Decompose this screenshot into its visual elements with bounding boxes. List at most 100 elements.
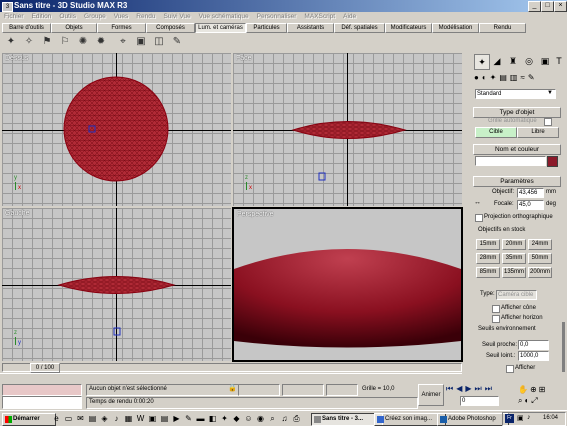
- task-3dsmax[interactable]: Sans titre - 3...: [311, 413, 383, 426]
- show-horizon-checkbox[interactable]: [492, 315, 500, 323]
- outlook-icon[interactable]: ✉: [76, 414, 85, 423]
- desktop-icon[interactable]: ▭: [64, 414, 73, 423]
- modify-tab-icon[interactable]: ◢: [490, 54, 504, 68]
- search-icon[interactable]: ⌕: [268, 414, 277, 423]
- language-indicator[interactable]: Fr: [505, 414, 514, 423]
- lock-icon[interactable]: 🔒: [228, 384, 237, 392]
- name-field[interactable]: [475, 156, 546, 166]
- menu-views[interactable]: Vues: [110, 12, 133, 22]
- tool-icon[interactable]: ✎: [184, 414, 193, 423]
- printer-icon[interactable]: ⎙: [292, 414, 301, 423]
- start-button[interactable]: Démarrer: [2, 413, 56, 426]
- category-icons[interactable]: ●◐✦▤▥≈✎: [474, 72, 562, 84]
- network-icon[interactable]: ▣: [517, 414, 524, 422]
- viewport-left[interactable]: Gauche z y: [2, 208, 231, 361]
- maximize-button[interactable]: □: [541, 1, 554, 12]
- listener-white[interactable]: [2, 396, 82, 409]
- lens-35mm-button[interactable]: 35mm: [502, 253, 526, 264]
- display-tab-icon[interactable]: ▣: [538, 54, 552, 68]
- current-frame-input[interactable]: 0: [460, 396, 499, 406]
- speaker-icon[interactable]: ♪: [527, 414, 531, 421]
- lens-28mm-button[interactable]: 28mm: [476, 253, 500, 264]
- menu-edit[interactable]: Edition: [28, 12, 56, 22]
- subcategory-dropdown[interactable]: Standard: [475, 89, 556, 99]
- camera-match-icon[interactable]: ◫: [151, 34, 167, 49]
- explorer-icon[interactable]: ▦: [124, 414, 133, 423]
- track-bar[interactable]: [0, 373, 462, 383]
- sun-icon[interactable]: ✹: [93, 34, 109, 49]
- task-image[interactable]: Créez son imag...: [374, 413, 446, 426]
- target-direct-icon[interactable]: ⚑: [39, 34, 55, 49]
- chevron-down-icon[interactable]: ▼: [546, 89, 554, 97]
- panel-scrollbar[interactable]: [562, 322, 565, 372]
- lens-15mm-button[interactable]: 15mm: [476, 239, 500, 250]
- rollout-object-type[interactable]: Type d'objet: [473, 107, 561, 118]
- frame-indicator[interactable]: 0 / 100: [30, 363, 60, 373]
- volume-icon[interactable]: ♫: [280, 414, 289, 423]
- utilities-tab-icon[interactable]: T: [552, 54, 566, 68]
- type-dropdown[interactable]: Caméra cible: [496, 290, 537, 300]
- coord-x[interactable]: [238, 384, 280, 396]
- lens-50mm-button[interactable]: 50mm: [528, 253, 552, 264]
- minimize-button[interactable]: _: [528, 1, 541, 12]
- word-icon[interactable]: W: [136, 414, 145, 423]
- fov-input[interactable]: 45,0: [517, 200, 544, 210]
- lens-200mm-button[interactable]: 200mm: [528, 267, 552, 278]
- folder-icon[interactable]: ▤: [88, 414, 97, 423]
- omni-icon[interactable]: ✺: [75, 34, 91, 49]
- target-camera-icon[interactable]: ⌖: [115, 34, 131, 49]
- lens-135mm-button[interactable]: 135mm: [502, 267, 526, 278]
- menu-help[interactable]: Aide: [339, 12, 360, 22]
- photoshop-icon[interactable]: ◈: [100, 414, 109, 423]
- sphere-shaded-perspective[interactable]: [234, 209, 461, 360]
- winamp-icon[interactable]: ♪: [112, 414, 121, 423]
- rollout-parameters[interactable]: Paramètres: [473, 176, 561, 187]
- menu-trackview[interactable]: Suivi Vue: [159, 12, 194, 22]
- free-direct-icon[interactable]: ⚐: [57, 34, 73, 49]
- viewport-top[interactable]: Dessus y x: [2, 53, 231, 206]
- show-env-checkbox[interactable]: [506, 365, 514, 373]
- lens-24mm-button[interactable]: 24mm: [528, 239, 552, 250]
- ie-icon[interactable]: e: [52, 414, 61, 423]
- menu-file[interactable]: Fichier: [0, 12, 28, 22]
- coord-z[interactable]: [326, 384, 358, 396]
- free-spot-icon[interactable]: ✧: [21, 34, 37, 49]
- menu-tools[interactable]: Outils: [55, 12, 80, 22]
- paint-icon[interactable]: ✦: [220, 414, 229, 423]
- listener-pink[interactable]: [2, 384, 82, 396]
- hierarchy-tab-icon[interactable]: ♜: [506, 54, 520, 68]
- menu-customize[interactable]: Personnaliser: [253, 12, 301, 22]
- show-cone-checkbox[interactable]: [492, 305, 500, 313]
- auto-grid-checkbox[interactable]: [544, 118, 552, 126]
- viewport-nav-icons[interactable]: ✋⊕⊞ ⌕◐⤢: [518, 384, 564, 406]
- task-photoshop[interactable]: Adobe Photoshop: [437, 413, 509, 426]
- animate-button[interactable]: Animer: [418, 384, 444, 406]
- time-slider[interactable]: 0 / 100: [0, 362, 462, 373]
- notepad-icon[interactable]: ▤: [160, 414, 169, 423]
- rollout-name-color[interactable]: Nom et couleur: [473, 144, 561, 155]
- light-include-icon[interactable]: ✎: [169, 34, 185, 49]
- near-range-input[interactable]: 0,0: [518, 340, 549, 350]
- free-camera-icon[interactable]: ▣: [133, 34, 149, 49]
- tab-rendering[interactable]: Rendu: [479, 23, 526, 33]
- acrobat-icon[interactable]: ◆: [232, 414, 241, 423]
- cmd-icon[interactable]: ▬: [196, 414, 205, 423]
- messenger-icon[interactable]: ☺: [244, 414, 253, 423]
- media-icon[interactable]: ▶: [172, 414, 181, 423]
- cd-icon[interactable]: ◉: [256, 414, 265, 423]
- target-button[interactable]: Cible: [475, 127, 517, 138]
- viewport-perspective[interactable]: Perspective: [232, 207, 463, 362]
- create-tab-icon[interactable]: ✦: [474, 54, 490, 70]
- far-range-input[interactable]: 1000,0: [518, 351, 549, 361]
- free-button[interactable]: Libre: [517, 127, 559, 138]
- target-spot-icon[interactable]: ✦: [3, 34, 19, 49]
- close-button[interactable]: ×: [554, 1, 567, 12]
- lens-20mm-button[interactable]: 20mm: [502, 239, 526, 250]
- motion-tab-icon[interactable]: ◎: [522, 54, 536, 68]
- coord-y[interactable]: [282, 384, 324, 396]
- zip-icon[interactable]: ◧: [208, 414, 217, 423]
- menu-group[interactable]: Groupe: [80, 12, 110, 22]
- lens-input[interactable]: 43,456: [517, 188, 544, 198]
- lens-85mm-button[interactable]: 85mm: [476, 267, 500, 278]
- menu-maxscript[interactable]: MAXScript: [300, 12, 339, 22]
